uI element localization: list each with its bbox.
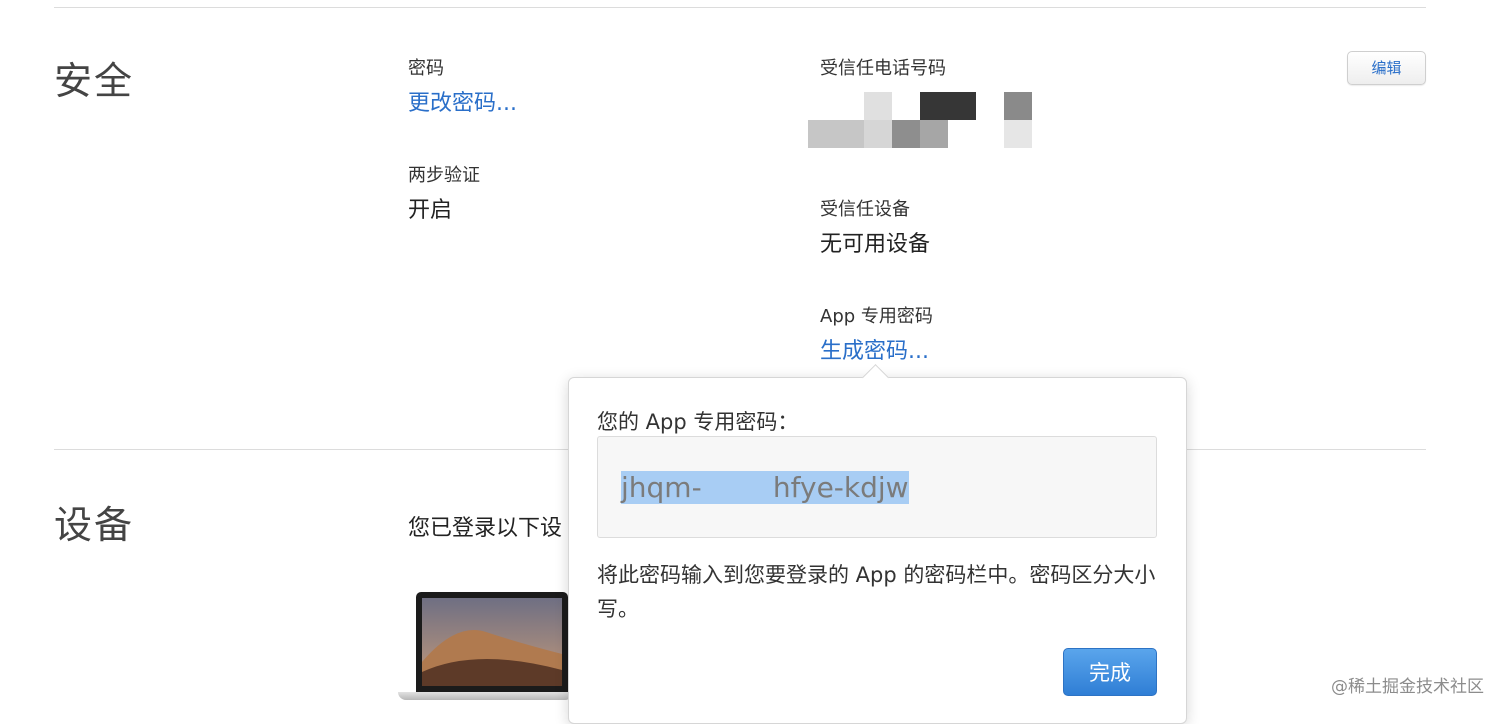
done-button[interactable]: 完成 — [1063, 648, 1157, 696]
popover-title: 您的 App 专用密码： — [597, 410, 799, 434]
app-password-label: App 专用密码 — [820, 306, 933, 327]
desert-wallpaper-icon — [422, 598, 562, 686]
change-password-link[interactable]: 更改密码... — [408, 85, 517, 117]
macbook-device-image[interactable] — [398, 592, 573, 704]
devices-intro-text: 您已登录以下设 — [408, 516, 563, 541]
generate-password-link[interactable]: 生成密码... — [820, 333, 929, 365]
top-divider — [54, 7, 1426, 8]
password-masked-gap — [701, 471, 773, 504]
two-step-label: 两步验证 — [408, 165, 480, 186]
laptop-base — [398, 692, 573, 700]
password-label: 密码 — [408, 58, 444, 79]
trusted-phone-number-masked — [808, 92, 1032, 148]
password-part-2: hfye-kdjw — [772, 471, 909, 504]
two-step-value: 开启 — [408, 198, 453, 223]
app-password-field[interactable]: jhqm- hfye-kdjw — [597, 436, 1157, 538]
trusted-devices-label: 受信任设备 — [820, 199, 910, 220]
edit-button[interactable]: 编辑 — [1347, 51, 1426, 85]
trusted-phone-label: 受信任电话号码 — [820, 58, 946, 79]
password-part-1: jhqm- — [621, 471, 702, 504]
section-title-security: 安全 — [54, 59, 135, 103]
watermark: @稀土掘金技术社区 — [1331, 677, 1484, 697]
laptop-screen — [416, 592, 568, 692]
section-title-devices: 设备 — [54, 503, 135, 547]
app-password-popover: 您的 App 专用密码： jhqm- hfye-kdjw 将此密码输入到您要登录… — [568, 377, 1187, 724]
trusted-devices-value: 无可用设备 — [820, 232, 931, 257]
app-password-text[interactable]: jhqm- hfye-kdjw — [621, 471, 909, 504]
popover-description: 将此密码输入到您要登录的 App 的密码栏中。密码区分大小写。 — [597, 563, 1156, 621]
